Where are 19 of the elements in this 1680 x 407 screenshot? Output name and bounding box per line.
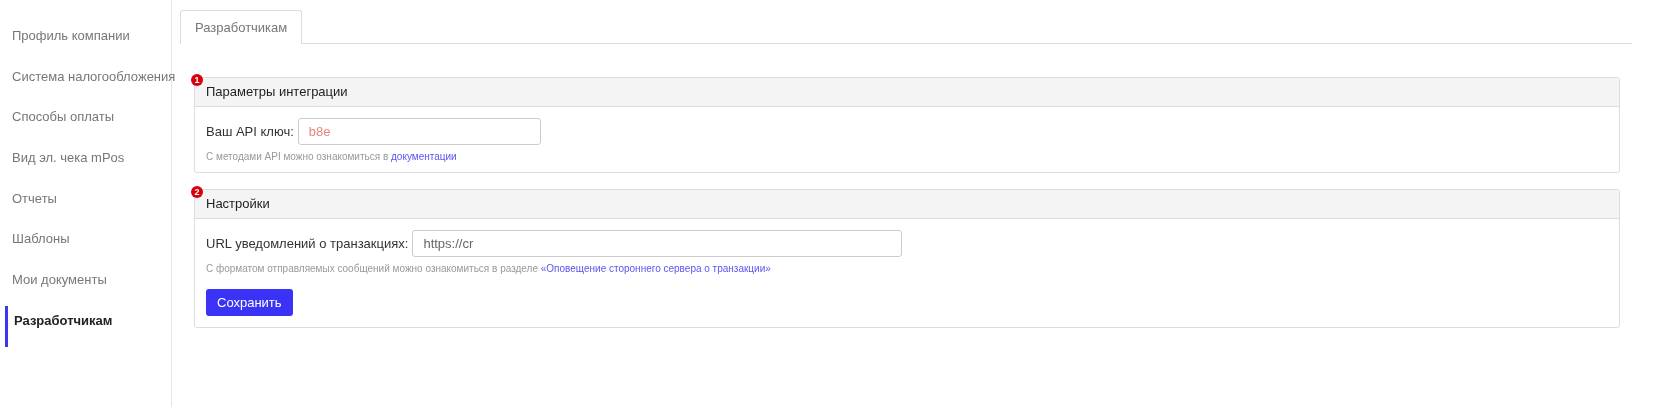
number-badge: 1	[191, 74, 203, 86]
sidebar-item[interactable]: Вид эл. чека mPos	[0, 143, 171, 184]
number-badge: 2	[191, 186, 203, 198]
sidebar-item[interactable]: Мои документы	[0, 265, 171, 306]
sidebar-item[interactable]: Разработчикам	[5, 305, 171, 347]
hint-text: С методами API можно ознакомиться в документации	[206, 151, 458, 162]
hint-text: С форматом отправляемых сообщений можно ознакомиться в разделе «Оповещение стороннего сервера о транзакции»	[206, 263, 772, 274]
sidebar-item[interactable]: Профиль компании	[0, 21, 171, 62]
input-field[interactable]: b8e	[297, 118, 541, 145]
sidebar-item[interactable]: Отчеты	[0, 183, 171, 225]
input-field[interactable]: https://cr	[412, 230, 903, 257]
sidebar-item[interactable]: Шаблоны	[0, 224, 171, 266]
field-label: Ваш API ключ:	[206, 124, 294, 139]
link[interactable]: документации	[391, 151, 457, 162]
save-button[interactable]: Сохранить	[206, 289, 293, 316]
sidebar-item[interactable]: Способы оплаты	[0, 102, 171, 144]
tab[interactable]: Разработчикам	[180, 10, 303, 44]
link[interactable]: «Оповещение стороннего сервера о транзакции»	[540, 263, 771, 274]
field-label: URL уведомлений о транзакциях:	[206, 236, 409, 251]
